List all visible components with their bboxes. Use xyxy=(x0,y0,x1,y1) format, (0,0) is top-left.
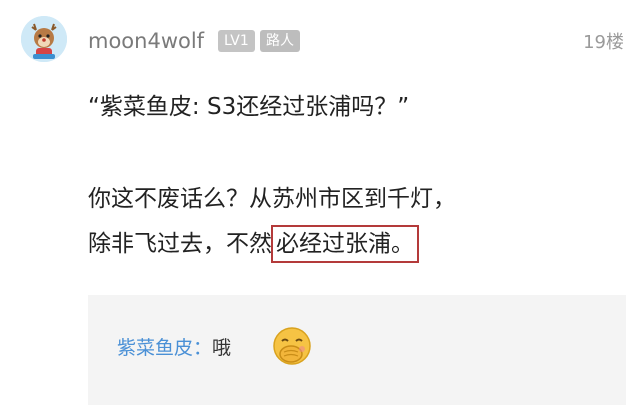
quoted-text: “紫菜鱼皮: S3还经过张浦吗？” xyxy=(88,94,410,120)
post-body-line-1: 你这不废话么？从苏州市区到千灯， xyxy=(88,186,456,212)
role-badge: 路人 xyxy=(260,30,300,52)
post-body-line-2: 除非飞过去，不然 必经过张浦。 xyxy=(88,224,419,264)
reply-text: 哦 xyxy=(212,337,232,359)
deer-avatar-icon xyxy=(21,16,67,62)
avatar[interactable] xyxy=(21,16,67,62)
reply-username[interactable]: 紫菜鱼皮： xyxy=(117,337,212,359)
username[interactable]: moon4wolf xyxy=(88,26,204,56)
post-body-line-2-prefix: 除非飞过去，不然 xyxy=(88,231,272,257)
reply: 紫菜鱼皮：哦 xyxy=(117,333,231,363)
level-badge: LV1 xyxy=(218,30,255,52)
highlighted-text: 必经过张浦。 xyxy=(271,225,419,263)
floor-number: 19楼 xyxy=(583,32,624,53)
face-with-hand-over-mouth-icon xyxy=(273,327,311,365)
